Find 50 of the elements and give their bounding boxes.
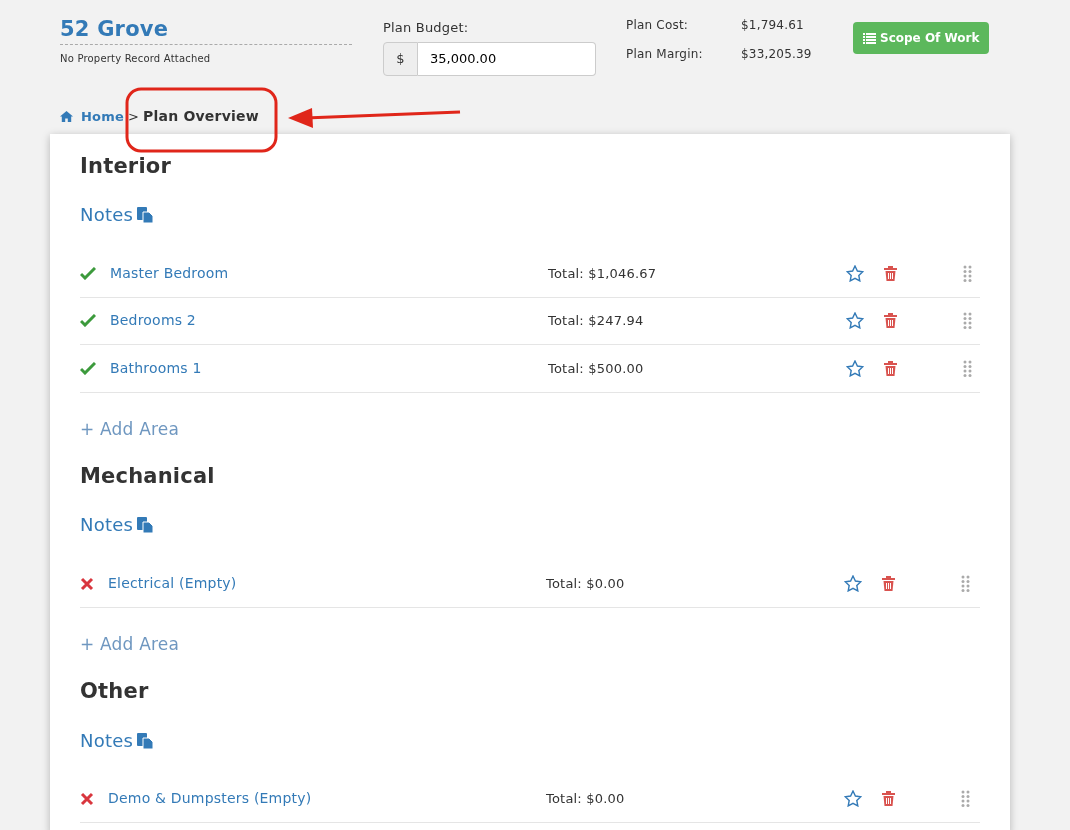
area-link[interactable]: Demo & Dumpsters (Empty)	[108, 788, 546, 810]
notes-link[interactable]: Notes	[80, 726, 153, 754]
area-total: Total: $0.00	[546, 790, 626, 809]
area-link[interactable]: Master Bedroom	[110, 262, 548, 284]
home-link[interactable]: Home	[60, 106, 124, 127]
home-icon	[60, 111, 73, 123]
budget-label: Plan Budget:	[383, 19, 470, 37]
notes-link[interactable]: Notes	[80, 201, 153, 229]
copy-icon	[137, 731, 153, 749]
section-heading: Mechanical	[80, 464, 216, 490]
star-icon[interactable]	[846, 264, 864, 282]
star-icon[interactable]	[844, 790, 862, 808]
drag-handle-icon[interactable]	[963, 312, 972, 330]
trash-icon[interactable]	[884, 360, 897, 376]
cost-label: Plan Cost:	[626, 17, 690, 34]
notes-link[interactable]: Notes	[80, 511, 153, 539]
star-icon[interactable]	[846, 312, 864, 330]
area-link[interactable]: Electrical (Empty)	[108, 573, 546, 595]
section-heading: Other	[80, 679, 150, 705]
trash-icon[interactable]	[882, 791, 895, 807]
add-area-link[interactable]: + Add Area	[80, 631, 180, 658]
breadcrumb-current: Plan Overview	[143, 107, 259, 127]
breadcrumb-separator: >	[128, 107, 140, 126]
trash-icon[interactable]	[884, 313, 897, 329]
area-total: Total: $500.00	[548, 359, 645, 378]
area-total: Total: $1,046.67	[548, 264, 658, 283]
area-link[interactable]: Bathrooms 1	[110, 357, 548, 379]
star-icon[interactable]	[844, 575, 862, 593]
area-link[interactable]: Bedrooms 2	[110, 310, 548, 332]
scope-of-work-button[interactable]: Scope Of Work	[853, 22, 990, 54]
copy-icon	[137, 516, 153, 534]
copy-icon	[137, 206, 153, 224]
area-total: Total: $0.00	[546, 574, 626, 593]
add-area-link[interactable]: + Add Area	[80, 416, 180, 443]
cost-value: $1,794.61	[741, 17, 805, 34]
star-icon[interactable]	[846, 359, 864, 377]
currency-prefix: $	[383, 41, 418, 76]
drag-handle-icon[interactable]	[963, 264, 972, 282]
section-heading: Interior	[80, 154, 172, 180]
drag-handle-icon[interactable]	[961, 575, 970, 593]
margin-value: $33,205.39	[741, 46, 813, 63]
drag-handle-icon[interactable]	[963, 359, 972, 377]
property-title: 52 Grove	[60, 18, 170, 42]
margin-label: Plan Margin:	[626, 46, 704, 63]
drag-handle-icon[interactable]	[961, 790, 970, 808]
property-record-status: No Property Record Attached	[60, 52, 212, 67]
list-icon	[863, 32, 876, 44]
trash-icon[interactable]	[884, 265, 897, 281]
area-total: Total: $247.94	[548, 312, 645, 331]
trash-icon[interactable]	[882, 576, 895, 592]
